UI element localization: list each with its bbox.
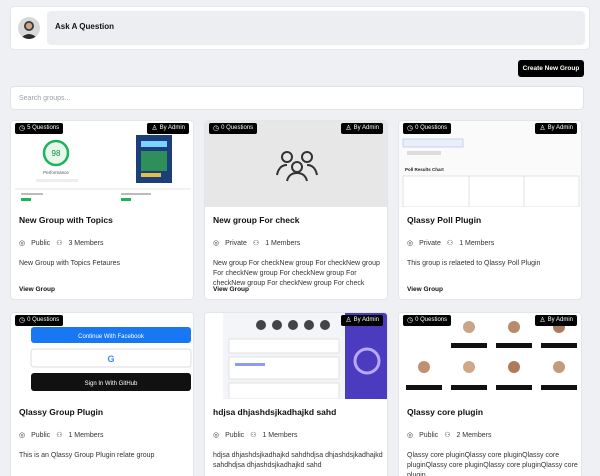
author-badge: ♙ By Admin xyxy=(535,123,577,134)
question-icon: ◷ xyxy=(19,125,26,132)
group-title[interactable]: hdjsa dhjashdsjkadhajkd sahd xyxy=(213,407,336,417)
poll-heading: Poll Results Chart xyxy=(405,167,444,172)
perf-label: Performance xyxy=(43,170,69,175)
group-meta: ◎ Public ⚇ 1 Members xyxy=(213,431,298,440)
user-icon: ♙ xyxy=(539,317,546,324)
group-description: This group is relaeted to Qlassy Poll Pl… xyxy=(407,260,541,267)
group-description: Qlassy core pluginQlassy core pluginQlas… xyxy=(407,452,578,476)
group-meta: ◎ Private ⚇ 1 Members xyxy=(407,239,495,248)
members-count: 1 Members xyxy=(459,239,495,247)
members-icon: ⚇ xyxy=(252,240,260,247)
members-icon: ⚇ xyxy=(446,240,454,247)
group-card[interactable]: 98 Performance ◷ 5 Questions ♙ By Admin Ne… xyxy=(10,120,194,300)
ask-question-input[interactable]: Ask A Question xyxy=(47,11,585,45)
author-badge: ♙ By Admin xyxy=(341,315,383,326)
search-groups-input[interactable]: Search groups... xyxy=(10,86,584,110)
user-avatar xyxy=(18,17,40,39)
view-group-link[interactable]: View Group xyxy=(407,286,443,293)
privacy-label: Private xyxy=(225,239,247,247)
group-title[interactable]: Qlassy Group Plugin xyxy=(19,407,103,417)
globe-icon: ◎ xyxy=(19,240,26,247)
questions-count: 0 Questions xyxy=(415,317,448,323)
privacy-label: Private xyxy=(419,239,441,247)
ask-question-bar: Ask A Question xyxy=(10,6,590,50)
facebook-login-label: Continue With Facebook xyxy=(78,334,145,340)
question-icon: ◷ xyxy=(407,317,414,324)
group-description: New Group with Topics Fetaures xyxy=(19,260,121,267)
group-card[interactable]: Continue With Facebook G Sign In With Gi… xyxy=(10,312,194,476)
group-card[interactable]: ◷ 0 Questions ♙ By Admin New group For che… xyxy=(204,120,388,300)
group-title[interactable]: Qlassy Poll Plugin xyxy=(407,215,481,225)
members-count: 3 Members xyxy=(68,239,104,247)
group-card[interactable]: Poll Results Chart ◷ 0 Questions ♙ By Admi… xyxy=(398,120,582,300)
members-icon: ⚇ xyxy=(56,240,63,247)
user-icon: ♙ xyxy=(345,317,352,324)
questions-badge: ◷ 0 Questions xyxy=(15,315,64,326)
globe-icon: ◎ xyxy=(213,432,220,439)
author-label: By Admin xyxy=(353,317,379,323)
questions-badge: ◷ 0 Questions xyxy=(209,123,258,134)
group-meta: ◎ Public ⚇ 2 Members xyxy=(407,431,492,440)
questions-count: 0 Questions xyxy=(27,317,60,323)
group-title[interactable]: Qlassy core plugin xyxy=(407,407,483,417)
group-description: hdjsa dhjashdsjkadhajkd sahdhdjsa dhjash… xyxy=(213,452,383,469)
view-group-link[interactable]: View Group xyxy=(213,286,249,293)
members-count: 1 Members xyxy=(262,431,298,439)
github-login-label: Sign In With GitHub xyxy=(85,381,138,387)
privacy-label: Public xyxy=(225,431,245,439)
author-label: By Admin xyxy=(353,125,379,131)
group-title[interactable]: New Group with Topics xyxy=(19,215,113,225)
group-card[interactable]: ♙ By Admin hdjsa dhjashdsjkadhajkd sahd ◎… xyxy=(204,312,388,476)
user-icon: ♙ xyxy=(539,125,546,132)
author-badge: ♙ By Admin xyxy=(341,123,383,134)
group-description: This is an Qlassy Group Plugin relate gr… xyxy=(19,452,155,459)
group-card[interactable]: ◷ 0 Questions ♙ By Admin Qlassy core plugi… xyxy=(398,312,582,476)
perf-score: 98 xyxy=(52,149,61,158)
members-icon: ⚇ xyxy=(444,432,451,439)
group-title[interactable]: New group For check xyxy=(213,215,299,225)
author-label: By Admin xyxy=(547,125,573,131)
members-count: 2 Members xyxy=(456,431,492,439)
author-label: By Admin xyxy=(159,125,185,131)
members-count: 1 Members xyxy=(265,239,301,247)
privacy-label: Public xyxy=(31,431,51,439)
globe-icon: ◎ xyxy=(213,240,220,247)
question-icon: ◷ xyxy=(213,125,220,132)
questions-count: 0 Questions xyxy=(221,125,254,131)
author-badge: ♙ By Admin xyxy=(147,123,189,134)
question-icon: ◷ xyxy=(407,125,414,132)
questions-badge: ◷ 0 Questions xyxy=(403,315,452,326)
questions-count: 0 Questions xyxy=(415,125,448,131)
members-icon: ⚇ xyxy=(250,432,257,439)
questions-badge: ◷ 5 Questions xyxy=(15,123,64,134)
members-count: 1 Members xyxy=(68,431,104,439)
group-meta: ◎ Public ⚇ 3 Members xyxy=(19,239,104,248)
user-icon: ♙ xyxy=(151,125,158,132)
globe-icon: ◎ xyxy=(407,240,414,247)
user-icon: ♙ xyxy=(345,125,352,132)
author-badge: ♙ By Admin xyxy=(535,315,577,326)
group-meta: ◎ Private ⚇ 1 Members xyxy=(213,239,301,248)
privacy-label: Public xyxy=(31,239,51,247)
group-description: New group For checkNew group For checkNe… xyxy=(213,260,380,287)
view-group-link[interactable]: View Group xyxy=(19,286,55,293)
globe-icon: ◎ xyxy=(19,432,26,439)
privacy-label: Public xyxy=(419,431,439,439)
svg-text:G: G xyxy=(107,354,114,364)
author-label: By Admin xyxy=(547,317,573,323)
globe-icon: ◎ xyxy=(407,432,414,439)
group-meta: ◎ Public ⚇ 1 Members xyxy=(19,431,104,440)
members-icon: ⚇ xyxy=(56,432,63,439)
question-icon: ◷ xyxy=(19,317,26,324)
questions-badge: ◷ 0 Questions xyxy=(403,123,452,134)
questions-count: 5 Questions xyxy=(27,125,60,131)
create-group-button[interactable]: Create New Group xyxy=(518,60,584,77)
